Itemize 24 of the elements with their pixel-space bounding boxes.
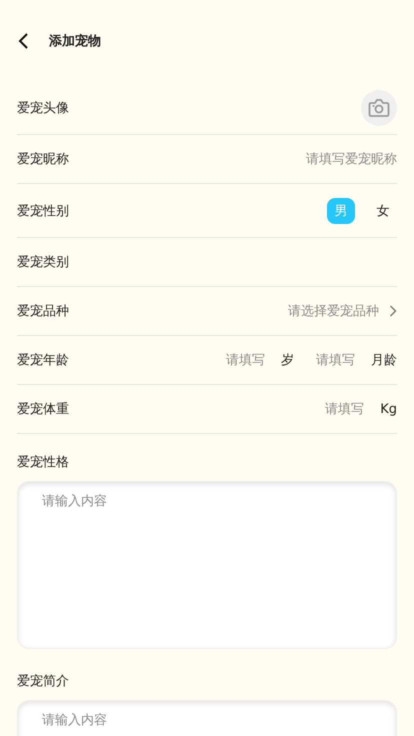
nickname-field[interactable]: 请填写爱宠昵称 xyxy=(257,152,397,166)
breed-field[interactable]: 请选择爱宠品种 xyxy=(269,304,379,318)
field-label: 爱宠简介 xyxy=(17,673,70,690)
number-field[interactable]: 请填写 xyxy=(319,402,364,416)
unit-label: Kg xyxy=(380,402,397,416)
chevron-right-icon xyxy=(389,305,397,317)
number-field[interactable]: 请填写 xyxy=(220,352,265,368)
unit-label: 月龄 xyxy=(371,352,397,369)
camera-button[interactable] xyxy=(361,90,397,126)
field-label: 爱宠昵称 xyxy=(17,151,69,168)
field-label: 爱宠性别 xyxy=(17,202,69,220)
text-area[interactable]: 请输入内容 xyxy=(17,481,397,649)
field-label: 爱宠体重 xyxy=(17,401,69,418)
field-label: 爱宠年龄 xyxy=(17,352,69,369)
field-label: 爱宠类别 xyxy=(17,254,69,271)
field-label: 爱宠品种 xyxy=(17,303,69,320)
camera-icon xyxy=(368,98,390,118)
field-label: 爱宠头像 xyxy=(17,100,69,117)
gender-option[interactable]: 女 xyxy=(369,198,397,224)
page-title: 添加宠物 xyxy=(49,32,101,50)
text-area[interactable]: 请输入内容 xyxy=(17,700,397,736)
field-label: 爱宠性格 xyxy=(17,454,70,471)
unit-label: 岁 xyxy=(281,352,294,369)
number-field[interactable]: 请填写 xyxy=(310,352,355,368)
